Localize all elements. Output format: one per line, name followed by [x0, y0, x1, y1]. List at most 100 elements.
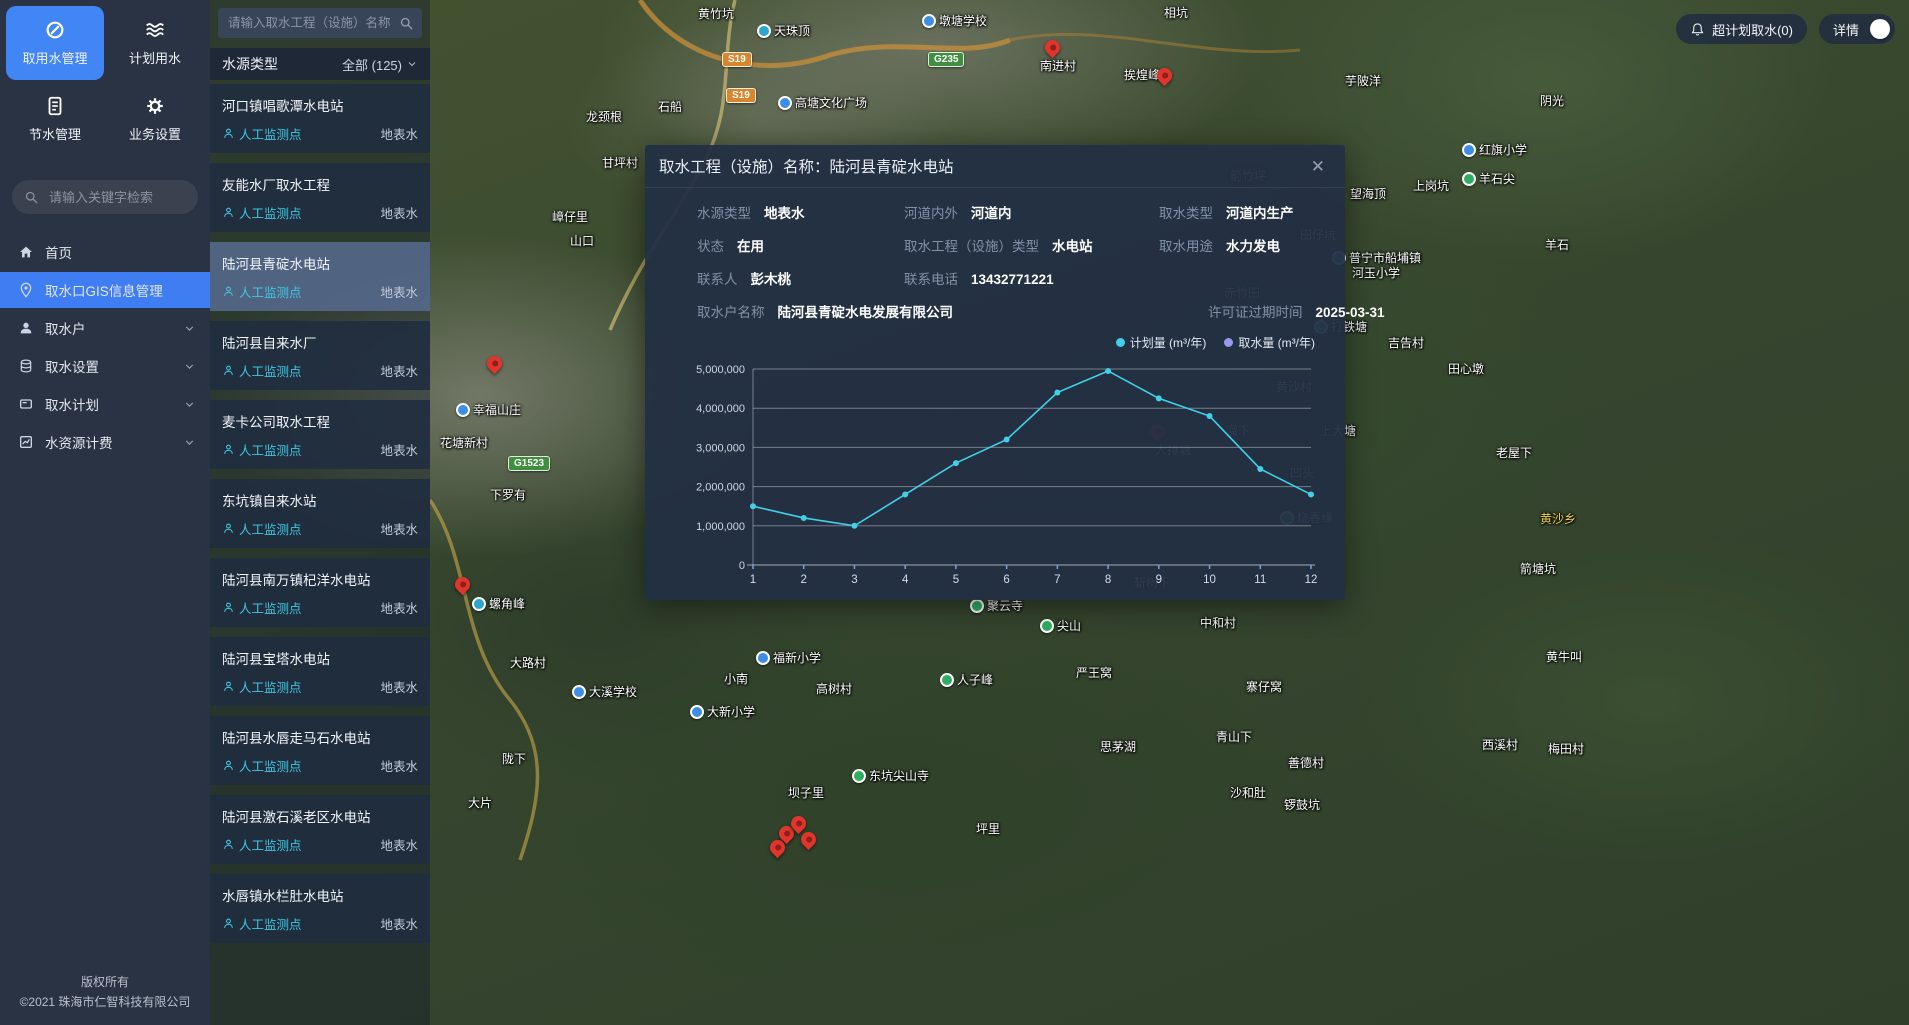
sidebar-item-取水户[interactable]: 取水户 — [0, 310, 210, 346]
person-icon — [222, 522, 235, 535]
field-value: 河道内生产 — [1226, 202, 1294, 222]
station-list-item[interactable]: 河口镇唱歌潭水电站人工监测点地表水 — [210, 84, 430, 153]
map-place-label: 羊石尖 — [1462, 170, 1515, 187]
station-list-item[interactable]: 陆河县自来水厂人工监测点地表水 — [210, 321, 430, 390]
monitor-type-tag: 人工监测点 — [222, 677, 302, 696]
station-name: 陆河县激石溪老区水电站 — [222, 806, 418, 826]
data-point[interactable] — [1207, 413, 1213, 419]
legend-item: 取水量 (m³/年) — [1224, 334, 1315, 351]
road-badge: G1523 — [508, 456, 550, 471]
school-icon[interactable] — [922, 14, 936, 28]
data-point[interactable] — [1105, 368, 1111, 374]
poi-icon[interactable] — [852, 769, 866, 783]
station-name: 水唇镇水栏肚水电站 — [222, 885, 418, 905]
poi-icon[interactable] — [472, 597, 486, 611]
station-list-item[interactable]: 水唇镇水栏肚水电站人工监测点地表水 — [210, 874, 430, 943]
plan-volume-chart: 计划量 (m³/年)取水量 (m³/年) 01,000,0002,000,000… — [669, 334, 1321, 600]
person-icon — [222, 680, 235, 693]
school-icon[interactable] — [756, 651, 770, 665]
station-list-item[interactable]: 麦卡公司取水工程人工监测点地表水 — [210, 400, 430, 469]
chevron-down-icon — [183, 322, 196, 335]
school-icon[interactable] — [1462, 143, 1476, 157]
source-type-filter-row: 水源类型 全部 (125) — [210, 48, 430, 80]
chevron-down-icon — [183, 398, 196, 411]
data-point[interactable] — [1257, 466, 1263, 472]
station-meta: 人工监测点地表水 — [222, 440, 418, 459]
sidebar-item-取水口GIS信息管理[interactable]: 取水口GIS信息管理 — [0, 272, 210, 308]
copyright: 版权所有 ©2021 珠海市仁智科技有限公司 — [0, 963, 210, 1025]
data-point[interactable] — [1156, 395, 1162, 401]
keyword-search-box[interactable] — [12, 180, 198, 214]
station-list-item[interactable]: 东坑镇自来水站人工监测点地表水 — [210, 479, 430, 548]
module-label: 计划用水 — [129, 48, 181, 67]
data-point[interactable] — [1308, 491, 1314, 497]
module-tile-取用水管理[interactable]: 取用水管理 — [6, 6, 104, 80]
field-value: 陆河县青碇水电发展有限公司 — [778, 301, 954, 321]
over-plan-intake-button[interactable]: 超计划取水(0) — [1676, 14, 1807, 44]
station-list-item[interactable]: 陆河县宝塔水电站人工监测点地表水 — [210, 637, 430, 706]
data-point[interactable] — [1054, 390, 1060, 396]
station-detail-modal: 取水工程（设施）名称：陆河县青碇水电站 ✕ 水源类型地表水河道内外河道内取水类型… — [645, 145, 1345, 600]
detail-toggle[interactable]: 详情 — [1819, 14, 1895, 44]
sidebar-item-首页[interactable]: 首页 — [0, 234, 210, 270]
modal-body: 水源类型地表水河道内外河道内取水类型河道内生产状态在用取水工程（设施）类型水电站… — [645, 188, 1345, 600]
station-list-item[interactable]: 陆河县南万镇杞洋水电站人工监测点地表水 — [210, 558, 430, 627]
station-search-box[interactable] — [218, 8, 422, 38]
station-name: 陆河县南万镇杞洋水电站 — [222, 569, 418, 589]
waves-icon — [144, 19, 166, 41]
source-type-filter-value: 全部 (125) — [342, 55, 402, 74]
water-source-type: 地表水 — [380, 440, 418, 459]
map-place-label: 甘坪村 — [602, 154, 638, 171]
field-cell: 取水类型河道内生产 — [1159, 202, 1321, 222]
data-point[interactable] — [902, 491, 908, 497]
water-source-type: 地表水 — [380, 914, 418, 933]
close-icon[interactable]: ✕ — [1307, 154, 1329, 179]
monitor-type-tag: 人工监测点 — [222, 756, 302, 775]
poi-icon[interactable] — [1462, 172, 1476, 186]
field-label: 状态 — [697, 235, 724, 255]
map-place-label: 羊石 — [1545, 236, 1569, 253]
station-search-input[interactable] — [226, 15, 393, 31]
data-point[interactable] — [1004, 437, 1010, 443]
field-label: 许可证过期时间 — [1208, 301, 1303, 321]
station-list-item[interactable]: 友能水厂取水工程人工监测点地表水 — [210, 163, 430, 232]
school-icon[interactable] — [456, 403, 470, 417]
poi-icon[interactable] — [1040, 619, 1054, 633]
station-name: 陆河县青碇水电站 — [222, 253, 418, 273]
sidebar-item-取水计划[interactable]: 取水计划 — [0, 386, 210, 422]
station-meta: 人工监测点地表水 — [222, 124, 418, 143]
school-icon[interactable] — [778, 96, 792, 110]
sidebar-item-取水设置[interactable]: 取水设置 — [0, 348, 210, 384]
station-name: 陆河县自来水厂 — [222, 332, 418, 352]
module-tile-业务设置[interactable]: 业务设置 — [106, 82, 204, 156]
data-point[interactable] — [851, 523, 857, 529]
field-row: 状态在用取水工程（设施）类型水电站取水用途水力发电 — [669, 235, 1321, 255]
station-list-item[interactable]: 陆河县激石溪老区水电站人工监测点地表水 — [210, 795, 430, 864]
station-list-item[interactable]: 陆河县青碇水电站人工监测点地表水 — [210, 242, 430, 311]
svg-text:5,000,000: 5,000,000 — [696, 364, 745, 376]
poi-icon[interactable] — [940, 673, 954, 687]
module-tile-节水管理[interactable]: 节水管理 — [6, 82, 104, 156]
school-icon[interactable] — [690, 705, 704, 719]
station-name: 东坑镇自来水站 — [222, 490, 418, 510]
line-chart-svg: 01,000,0002,000,0003,000,0004,000,0005,0… — [669, 353, 1321, 595]
module-tile-计划用水[interactable]: 计划用水 — [106, 6, 204, 80]
data-point[interactable] — [953, 460, 959, 466]
sidebar-item-水资源计费[interactable]: 水资源计费 — [0, 424, 210, 460]
svg-text:12: 12 — [1305, 574, 1318, 586]
data-point[interactable] — [801, 515, 807, 521]
station-list-item[interactable]: 陆河县水唇走马石水电站人工监测点地表水 — [210, 716, 430, 785]
source-type-filter[interactable]: 全部 (125) — [342, 55, 418, 74]
map-place-label: 青山下 — [1216, 728, 1252, 745]
toggle-knob[interactable] — [1870, 19, 1890, 39]
poi-icon[interactable] — [970, 599, 984, 613]
poi-icon[interactable] — [757, 24, 771, 38]
field-cell: 许可证过期时间2025-03-31 — [1208, 301, 1385, 321]
svg-text:11: 11 — [1254, 574, 1266, 586]
school-icon[interactable] — [572, 685, 586, 699]
sidebar: 取用水管理计划用水节水管理业务设置 首页取水口GIS信息管理取水户取水设置取水计… — [0, 0, 210, 1025]
monitor-type-tag: 人工监测点 — [222, 124, 302, 143]
keyword-search-input[interactable] — [47, 189, 186, 206]
data-point[interactable] — [750, 503, 756, 509]
field-label: 取水类型 — [1159, 202, 1213, 222]
